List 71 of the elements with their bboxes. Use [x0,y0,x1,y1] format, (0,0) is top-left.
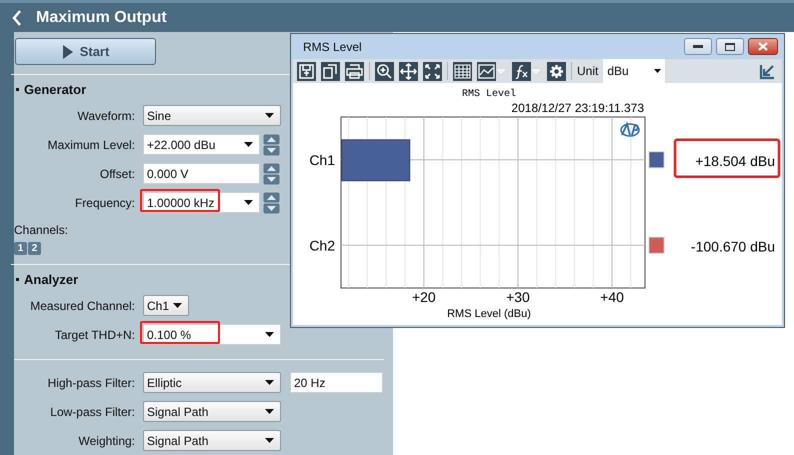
dropdown-arrow-icon [265,380,274,385]
dropdown[interactable]: Elliptic [143,372,281,393]
start-button[interactable]: Start [15,38,156,65]
dropdown-arrow-icon [265,332,274,337]
window-title: RMS Level [303,40,362,54]
reading-value: +18.504 dBu [695,152,775,169]
undock-icon[interactable] [759,62,776,80]
dropdown-arrow-icon [265,438,274,443]
graph-icon[interactable] [477,62,507,80]
fit-icon[interactable] [423,62,442,80]
channel-button[interactable]: 1 [14,242,27,255]
dropdown-arrow-icon [244,200,253,205]
field-label: Low-pass Filter: [49,404,135,418]
play-icon [62,44,74,58]
reading-value: -100.670 dBu [690,238,775,254]
dropdown-arrow-icon [265,409,274,414]
field-label: Target THD+N: [54,328,135,342]
input-field[interactable]: 0.100 % [143,324,281,345]
section-title: Generator [24,82,86,96]
field-label: Maximum Level: [46,138,135,152]
back-icon[interactable] [12,10,22,26]
input-field[interactable]: 20 Hz [290,372,383,393]
spin-buttons[interactable] [263,162,280,184]
logo-icon [620,123,640,137]
maximize-icon [725,42,735,50]
dropdown-arrow-icon [244,142,253,147]
copy-icon[interactable] [321,62,340,80]
spin-buttons[interactable] [263,134,280,156]
table-icon[interactable] [453,62,472,80]
category-label: Ch1 [309,152,335,168]
tick-label: +40 [600,289,624,305]
tick-label: +30 [506,289,530,305]
function-icon[interactable] [512,62,542,80]
save-icon[interactable] [297,62,316,80]
field-label: Weighting: [78,434,135,448]
settings-icon[interactable] [547,62,566,80]
minimize-icon [693,44,703,48]
page-title: Maximum Output [36,8,167,26]
input-field[interactable]: +22.000 dBu [143,134,260,155]
field-label: Measured Channel: [29,298,135,312]
input-field[interactable]: Sine [143,105,281,126]
dropdown[interactable]: Signal Path [143,430,281,451]
unit-dropdown[interactable]: dBu [603,59,666,83]
zoom-icon[interactable] [375,62,394,80]
axis-label: RMS Level (dBu) [447,308,531,320]
section-title: Analyzer [24,272,78,286]
pan-icon[interactable] [399,62,418,80]
dropdown[interactable]: Signal Path [143,401,281,422]
field-label: High-pass Filter: [46,376,135,390]
chart-title: RMS Level [462,89,516,100]
category-label: Ch2 [309,237,335,254]
spin-buttons[interactable] [263,192,280,214]
maximize-button[interactable] [716,38,744,55]
minimize-button[interactable] [684,38,712,55]
dropdown-arrow-icon [265,113,274,118]
dropdown-arrow-icon [173,303,182,308]
close-icon [758,42,768,51]
tick-label: +20 [412,289,436,305]
input-field[interactable]: Ch1 [143,295,189,316]
channel-button[interactable]: 2 [28,242,41,255]
dropdown-arrow-icon [654,69,662,73]
chart-timestamp: 2018/12/27 23:19:11.373 [511,101,644,115]
field-label: Frequency: [74,196,135,210]
print-icon[interactable] [345,62,364,80]
unit-label: Unit [577,64,598,78]
close-button[interactable] [748,38,778,55]
field-label: Offset: [98,166,135,180]
input-field[interactable]: 1.00000 kHz [143,192,260,213]
channels-label: Channels: [14,223,70,239]
field-label: Waveform: [76,108,135,122]
input-field[interactable]: 0.000 V [143,163,260,184]
